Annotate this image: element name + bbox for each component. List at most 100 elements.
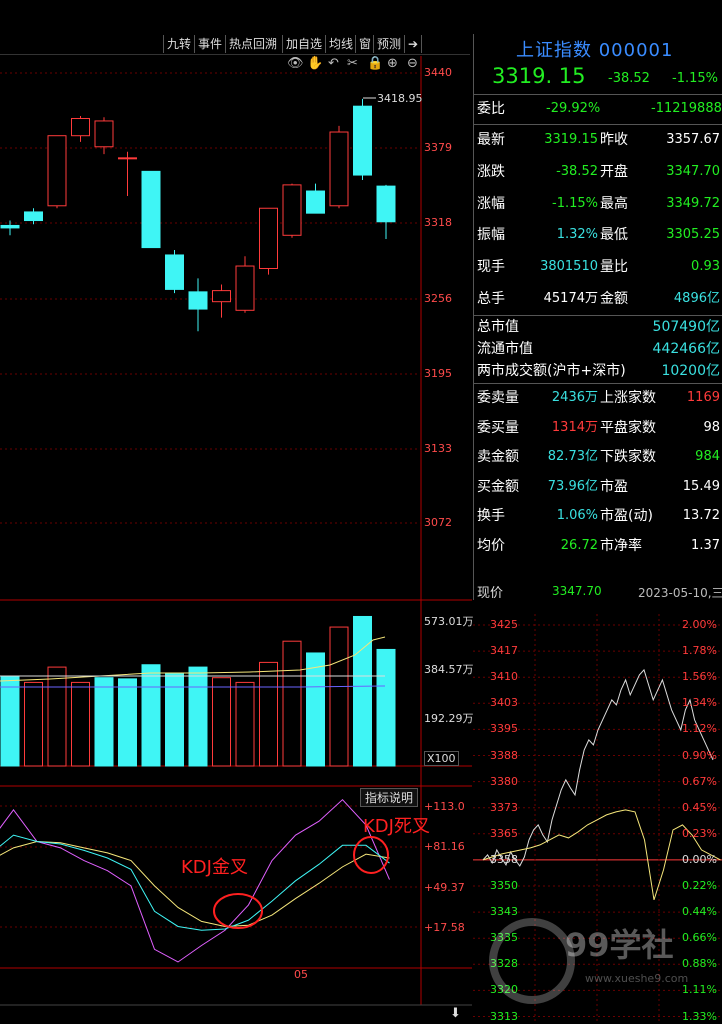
intraday-pct-tick: 1.56% xyxy=(682,670,717,684)
candle-body xyxy=(0,224,20,229)
intraday-pct-tick: 2.00% xyxy=(682,618,717,631)
quote-label: 最低 xyxy=(600,227,628,244)
quote-label: 委买量 xyxy=(477,419,519,436)
volume-bar xyxy=(71,681,90,767)
intraday-pct-tick: 0.00% xyxy=(682,852,717,866)
kdj-j-line xyxy=(0,798,390,963)
quote-value: 3305.25 xyxy=(666,227,720,243)
quote-label: 均价 xyxy=(477,537,505,554)
quote-value: 15.49 xyxy=(682,478,720,494)
volume-bar xyxy=(282,640,302,767)
kline-ytick: 3379 xyxy=(424,141,452,154)
watermark-text: 99学社 xyxy=(565,926,674,964)
quote-value: 3357.67 xyxy=(666,132,720,147)
quote-value: -38.52 xyxy=(556,163,598,179)
volume-bar xyxy=(235,681,255,767)
quote-label: 平盘家数 xyxy=(600,419,656,436)
index-price: 3319. 15 xyxy=(492,64,586,88)
timeline-current-value: 3347.70 xyxy=(552,584,602,598)
quote-value: 82.73亿 xyxy=(547,449,598,464)
divider xyxy=(474,383,722,384)
candle-body xyxy=(94,120,114,148)
candle-body xyxy=(188,291,208,310)
indicator-help-button[interactable]: 指标说明 xyxy=(360,788,419,807)
volume-bar xyxy=(47,666,67,767)
quote-value: 3347.70 xyxy=(666,163,720,179)
quote-value: 73.96亿 xyxy=(547,478,598,494)
download-icon[interactable]: ⬇ xyxy=(450,1006,461,1021)
quote-label: 市盈 xyxy=(600,478,628,495)
candle-body xyxy=(329,131,349,207)
candle-body xyxy=(71,117,90,137)
quote-value: 3349.72 xyxy=(666,195,720,211)
death-cross-annotation: KDJ死叉 xyxy=(363,816,430,837)
kline-ytick: 3318 xyxy=(424,216,452,229)
weibi-value: -11219888 xyxy=(651,101,722,116)
weibi-pct: -29.92% xyxy=(546,101,601,116)
quote-label: 最新 xyxy=(477,132,505,148)
quote-value: 1.32% xyxy=(556,227,598,243)
intraday-pct-tick: 0.45% xyxy=(682,800,717,814)
candle-body xyxy=(376,185,396,223)
kline-ytick: 3133 xyxy=(424,442,452,455)
intraday-pct-tick: 0.44% xyxy=(682,905,717,919)
quote-label: 卖金额 xyxy=(477,449,519,465)
kline-ytick: 3256 xyxy=(424,292,452,305)
quote-label: 现手 xyxy=(477,259,505,276)
market-value-label: 总市值 xyxy=(477,319,519,335)
candle-body xyxy=(212,290,231,303)
intraday-pct-tick: 0.66% xyxy=(682,931,717,945)
intraday-price-tick: 3403 xyxy=(490,696,518,710)
timeline-current-label: 现价 xyxy=(477,586,504,601)
candle-body xyxy=(47,135,67,207)
candle-body xyxy=(24,211,43,222)
volume-bar xyxy=(24,681,43,767)
intraday-pct-tick: 1.78% xyxy=(682,644,717,658)
intraday-price-tick: 3365 xyxy=(490,826,518,840)
quote-value: 3801510 xyxy=(540,259,598,275)
kline-ytick: 3440 xyxy=(424,66,452,79)
quote-value: 1314万 xyxy=(551,419,598,435)
volume-bar xyxy=(94,677,114,767)
quote-label: 量比 xyxy=(600,259,628,276)
intraday-pct-tick: 1.11% xyxy=(682,983,717,997)
watermark-url: www.xueshe9.com xyxy=(585,972,689,985)
intraday-pct-tick: 0.88% xyxy=(682,957,717,971)
intraday-price-tick: 3313 xyxy=(490,1009,518,1023)
volume-bar xyxy=(329,626,349,767)
volume-bar xyxy=(118,678,137,767)
volume-ytick: 192.29万 xyxy=(424,712,474,725)
market-value-value: 507490亿 xyxy=(652,319,720,335)
candle-body xyxy=(165,254,184,290)
quote-value: 13.72 xyxy=(682,508,720,523)
intraday-price-tick: 3395 xyxy=(490,722,518,736)
intraday-price-tick: 3358 xyxy=(490,852,518,866)
market-value-label: 两市成交额(沪市+深市) xyxy=(477,363,626,379)
volume-unit-label: X100 xyxy=(424,751,459,766)
quote-label: 市净率 xyxy=(600,537,642,554)
intraday-price-tick: 3417 xyxy=(490,644,518,658)
quote-label: 振幅 xyxy=(477,227,505,244)
index-title: 上证指数 000001 xyxy=(516,40,674,61)
quote-value: 0.93 xyxy=(691,259,720,275)
quote-value: 1.06% xyxy=(556,508,598,523)
quote-value: -1.15% xyxy=(552,195,598,211)
volume-ytick: 384.57万 xyxy=(424,663,474,676)
divider xyxy=(474,124,722,125)
market-value-value: 442466亿 xyxy=(652,341,720,357)
quote-value: 3319.15 xyxy=(544,132,598,147)
date-axis-label: 05 xyxy=(294,968,308,981)
golden-cross-circle xyxy=(213,893,263,929)
quote-value: 2436万 xyxy=(551,390,598,405)
kdj-ytick: +49.37 xyxy=(424,881,465,894)
kdj-k-line xyxy=(0,834,390,931)
kdj-ytick: +113.0 xyxy=(424,800,465,813)
quote-label: 下跌家数 xyxy=(600,449,656,465)
volume-bar xyxy=(212,677,231,767)
quote-label: 买金额 xyxy=(477,478,519,495)
kline-ytick: 3072 xyxy=(424,516,452,529)
candle-body xyxy=(282,184,302,236)
candle-body xyxy=(306,190,325,214)
intraday-price-tick: 3343 xyxy=(490,905,518,919)
candle-body xyxy=(141,170,161,249)
